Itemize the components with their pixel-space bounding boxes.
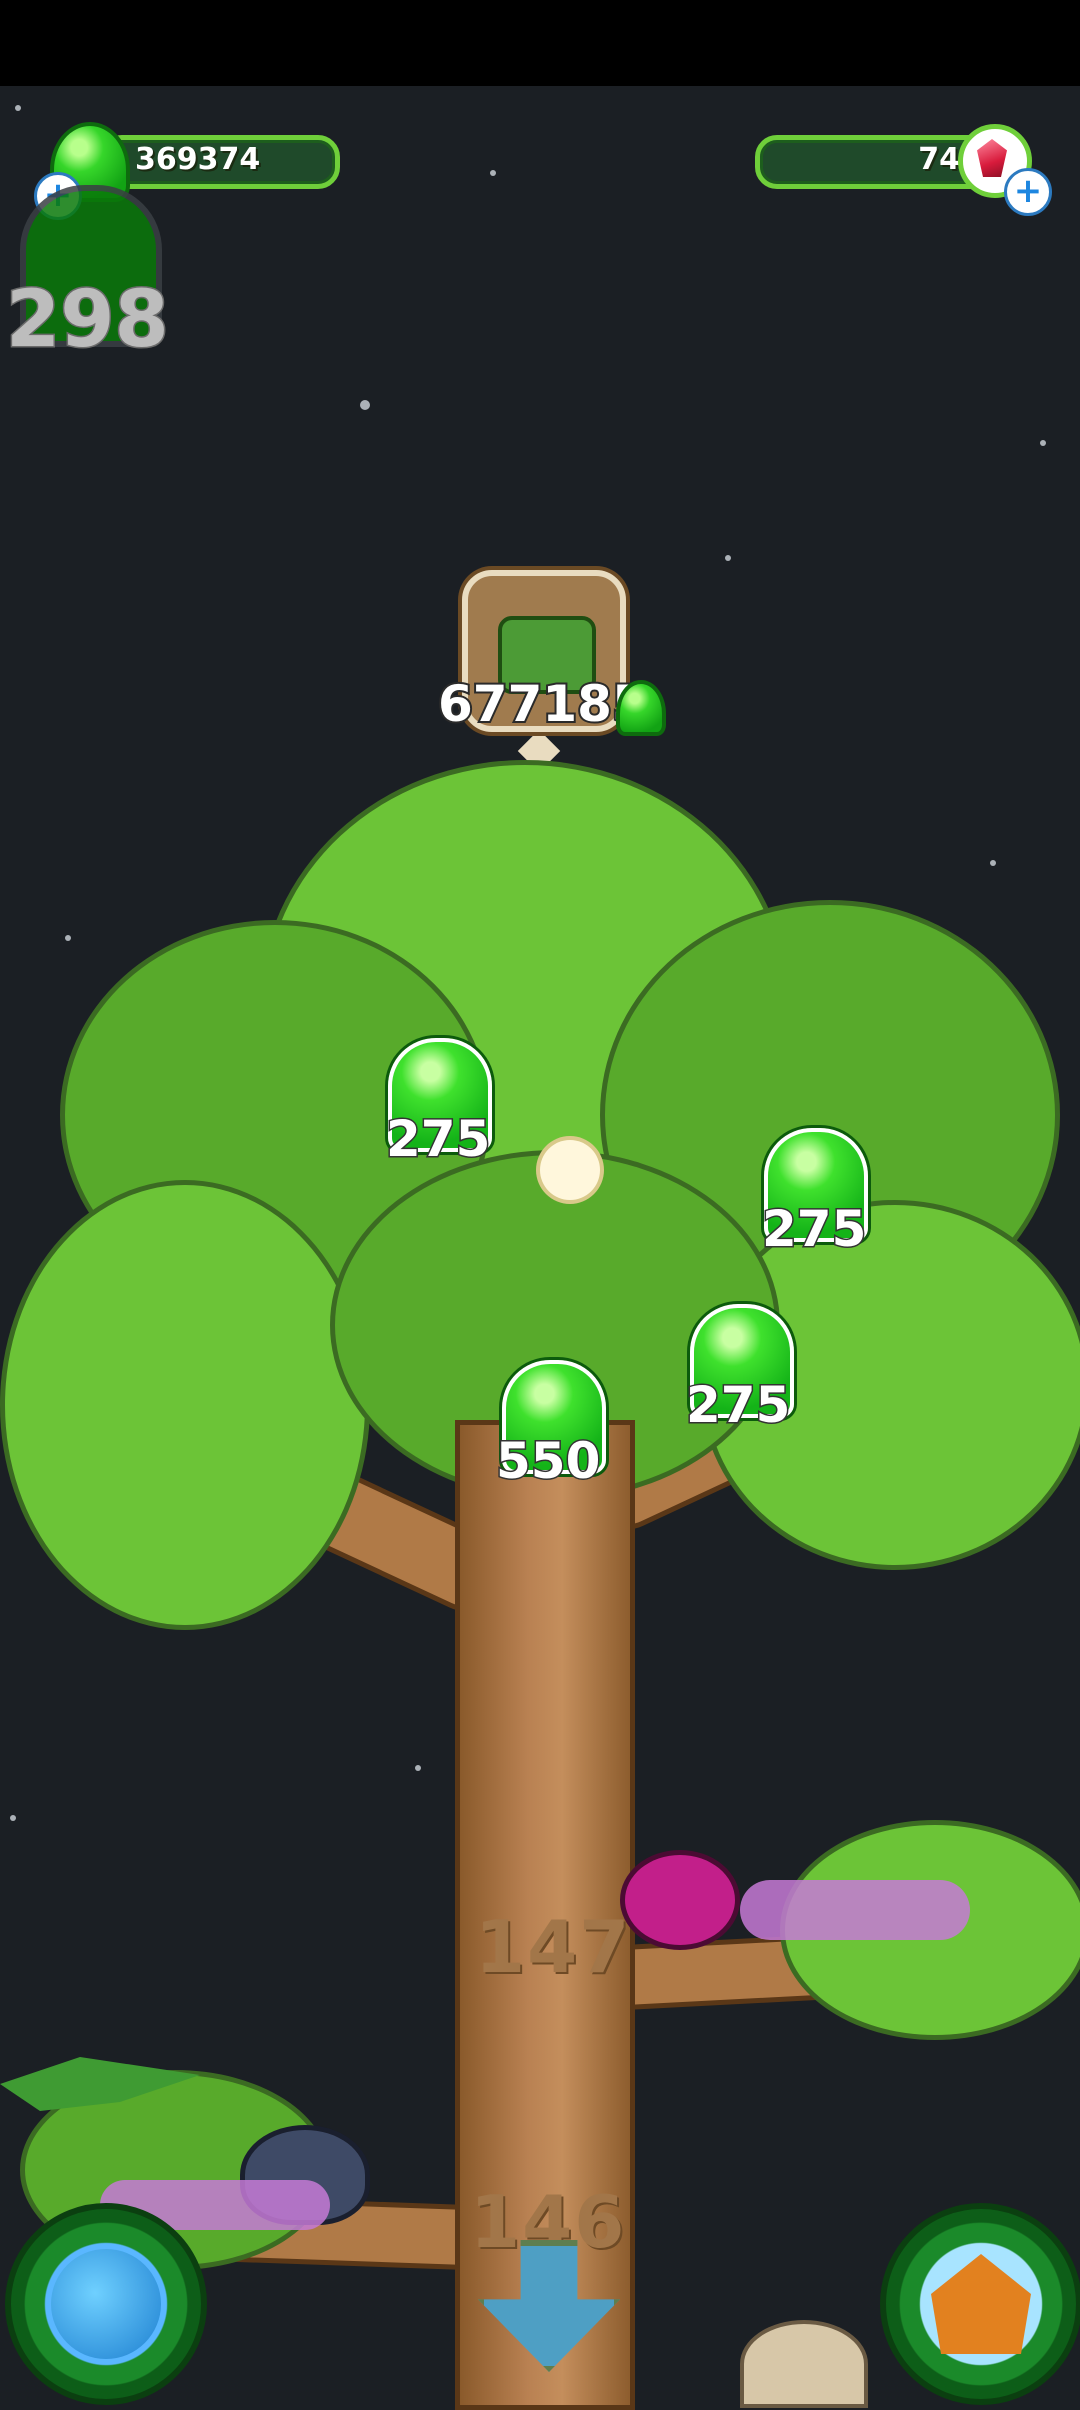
globe-icon bbox=[51, 2249, 161, 2359]
star bbox=[360, 400, 370, 410]
star bbox=[990, 860, 996, 866]
star bbox=[15, 105, 21, 111]
gel-counter-value: 369374 bbox=[135, 142, 261, 177]
star bbox=[1040, 440, 1046, 446]
crystal-counter-value: 74 bbox=[918, 142, 960, 177]
carved-branch-number: 147 bbox=[475, 1905, 632, 1989]
canopy-leaves bbox=[0, 1180, 370, 1630]
level-number: 298 bbox=[5, 274, 171, 367]
add-crystal-plus-icon[interactable]: + bbox=[1004, 168, 1052, 216]
globe-button[interactable] bbox=[5, 2203, 207, 2405]
star bbox=[65, 935, 71, 941]
star bbox=[415, 1765, 421, 1771]
gel-drop-value: 275 bbox=[684, 1375, 791, 1436]
status-bar bbox=[0, 0, 1080, 86]
house-button[interactable] bbox=[880, 2203, 1080, 2405]
gel-drop-value: 275 bbox=[760, 1199, 867, 1260]
gel-counter-bar: 369374 bbox=[100, 135, 340, 189]
green-gel-drop-icon bbox=[616, 680, 666, 736]
purple-moss bbox=[740, 1880, 970, 1940]
gel-drop-value: 275 bbox=[384, 1109, 491, 1170]
star bbox=[490, 170, 496, 176]
star bbox=[10, 1815, 16, 1821]
house-icon bbox=[931, 2254, 1031, 2354]
gel-drop-value: 550 bbox=[494, 1431, 601, 1492]
pink-spiky-creature[interactable] bbox=[620, 1850, 740, 1950]
flower-icon[interactable] bbox=[540, 1140, 600, 1200]
star bbox=[725, 555, 731, 561]
monkey-creature[interactable] bbox=[740, 2320, 868, 2408]
